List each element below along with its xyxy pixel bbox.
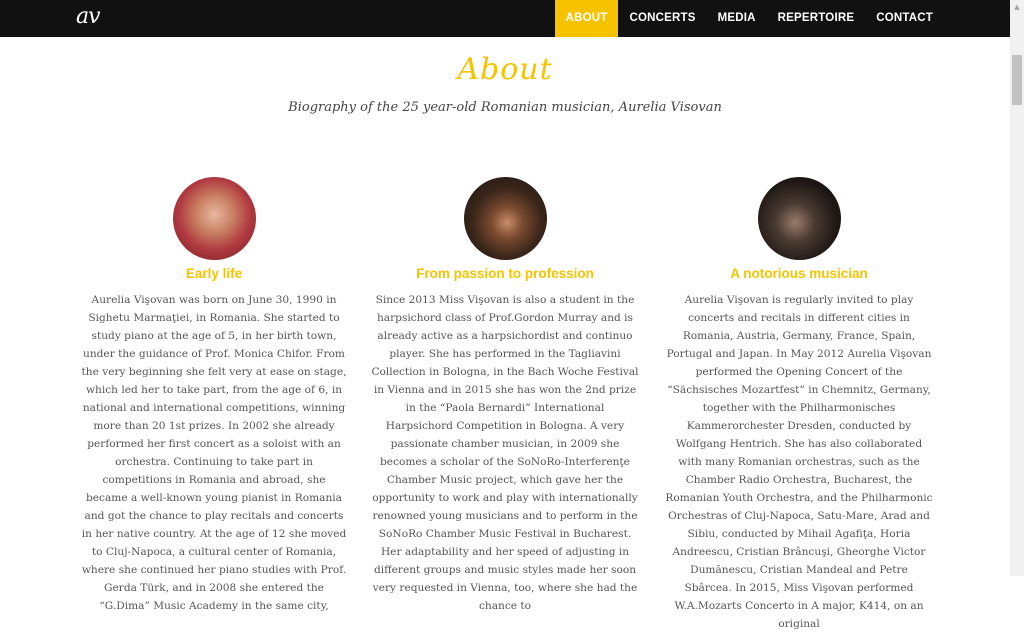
nav-item-media[interactable]: MEDIA bbox=[707, 0, 767, 37]
column-heading: A notorious musician bbox=[730, 266, 868, 281]
column-heading: Early life bbox=[185, 266, 243, 281]
page-subtitle: Biography of the 25 year-old Romanian mu… bbox=[288, 100, 722, 115]
top-navbar: av ABOUT CONCERTS MEDIA REPERTOIRE CONTA… bbox=[0, 0, 1010, 37]
scroll-up-arrow-icon[interactable]: ▲ bbox=[1010, 0, 1024, 14]
column-text: Aurelia Vişovan was born on June 30, 199… bbox=[81, 294, 347, 612]
portrait-photo bbox=[463, 177, 547, 260]
nav-item-contact[interactable]: CONTACT bbox=[865, 0, 944, 37]
nav-item-concerts[interactable]: CONCERTS bbox=[618, 0, 706, 37]
scroll-thumb[interactable] bbox=[1012, 55, 1022, 105]
childhood-photo bbox=[172, 177, 256, 260]
nav-item-repertoire[interactable]: REPERTOIRE bbox=[767, 0, 866, 37]
piano-hands-photo bbox=[757, 177, 841, 260]
main-menu: ABOUT CONCERTS MEDIA REPERTOIRE CONTACT bbox=[554, 0, 944, 37]
bio-column-passion: From passion to profession Since 2013 Mi… bbox=[371, 177, 639, 615]
site-logo[interactable]: av bbox=[76, 4, 101, 29]
column-heading: From passion to profession bbox=[416, 266, 594, 281]
bio-column-early-life: Early life Aurelia Vişovan was born on J… bbox=[80, 177, 348, 615]
nav-item-about[interactable]: ABOUT bbox=[554, 0, 619, 37]
page-title: About bbox=[457, 52, 553, 87]
column-text: Since 2013 Miss Vişovan is also a studen… bbox=[371, 294, 639, 612]
page-scrollbar[interactable]: ▲ bbox=[1010, 0, 1024, 576]
column-text: Aurelia Vişovan is regularly invited to … bbox=[665, 294, 933, 630]
bio-column-notorious: A notorious musician Aurelia Vişovan is … bbox=[665, 177, 933, 633]
